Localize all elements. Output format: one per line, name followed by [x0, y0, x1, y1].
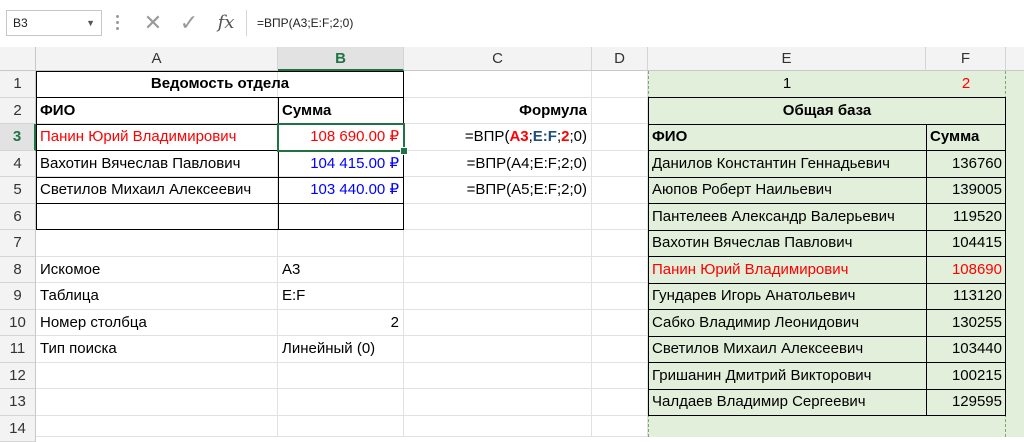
base-sum[interactable]: 113120 [926, 283, 1006, 310]
formula-ref-lookup: A3 [509, 128, 528, 145]
row-header-3[interactable]: 3 [0, 124, 36, 151]
cell-b11[interactable]: Линейный (0) [278, 336, 404, 363]
base-name[interactable]: Светилов Михаил Алексеевич [648, 336, 926, 363]
base-sum[interactable]: 103440 [926, 336, 1006, 363]
base-name[interactable]: Аюпов Роберт Наильевич [648, 177, 926, 204]
chevron-down-icon[interactable]: ▼ [86, 11, 95, 35]
row-header-6[interactable]: 6 [0, 204, 36, 231]
formula-part: =ВПР( [465, 128, 510, 145]
column-header-g[interactable] [1006, 47, 1024, 71]
formula-input[interactable]: =ВПР(A3;E:F;2;0) [246, 10, 1024, 36]
cell-a10[interactable]: Номер столбца [36, 310, 278, 337]
cell-b2[interactable]: Сумма [278, 98, 404, 125]
cell-a4[interactable]: Вахотин Вячеслав Павлович [36, 151, 278, 178]
cell-c4[interactable]: =ВПР(A4;E:F;2;0) [404, 151, 592, 178]
base-name[interactable]: Пантелеев Александр Валерьевич [648, 204, 926, 231]
row-header-2[interactable]: 2 [0, 98, 36, 125]
cell-b3[interactable]: 108 690.00 ₽ [278, 124, 404, 151]
cell-a5[interactable]: Светилов Михаил Алексеевич [36, 177, 278, 204]
enter-check-icon[interactable]: ✓ [176, 10, 202, 36]
cell-e1[interactable]: 1 [648, 71, 926, 98]
row-header-12[interactable]: 12 [0, 363, 36, 390]
spreadsheet-grid: A B C D E F 1 2 3 4 5 6 7 8 9 10 11 12 1… [0, 47, 1024, 437]
formula-bar: B3 ▼ ✕ ✓ fx =ВПР(A3;E:F;2;0) [0, 0, 1024, 48]
cell-b10[interactable]: 2 [278, 310, 404, 337]
formula-part: ;0) [569, 128, 587, 145]
base-sum[interactable]: 139005 [926, 177, 1006, 204]
row-header-14[interactable]: 14 [0, 416, 36, 442]
name-box[interactable]: B3 ▼ [6, 10, 102, 36]
cell-a8[interactable]: Искомое [36, 257, 278, 284]
cell-a9[interactable]: Таблица [36, 283, 278, 310]
row-header-1[interactable]: 1 [0, 71, 36, 98]
base-name[interactable]: Вахотин Вячеслав Павлович [648, 230, 926, 257]
column-header-f[interactable]: F [926, 47, 1006, 71]
base-sum[interactable]: 136760 [926, 151, 1006, 178]
column-header-c[interactable]: C [404, 47, 592, 71]
base-name[interactable]: Данилов Константин Геннадьевич [648, 151, 926, 178]
fill-handle[interactable] [400, 147, 408, 155]
base-sum[interactable]: 104415 [926, 230, 1006, 257]
column-header-a[interactable]: A [36, 47, 278, 71]
column-header-d[interactable]: D [592, 47, 648, 71]
column-header-e[interactable]: E [648, 47, 926, 71]
cell-c2[interactable]: Формула [404, 98, 592, 125]
cell-a11[interactable]: Тип поиска [36, 336, 278, 363]
cell-e3[interactable]: ФИО [648, 124, 926, 151]
cell-f3[interactable]: Сумма [926, 124, 1006, 151]
row-header-13[interactable]: 13 [0, 389, 36, 416]
cell-b5[interactable]: 103 440.00 ₽ [278, 177, 404, 204]
select-all-corner[interactable] [0, 47, 36, 71]
base-sum[interactable]: 100215 [926, 363, 1006, 390]
base-sum[interactable]: 130255 [926, 310, 1006, 337]
cell-a3[interactable]: Панин Юрий Владимирович [36, 124, 278, 151]
cell-b9[interactable]: E:F [278, 283, 404, 310]
cell-e2[interactable]: Общая база [648, 98, 1006, 125]
row-header-4[interactable]: 4 [0, 151, 36, 178]
cell-a1[interactable]: Ведомость отдела [36, 71, 404, 98]
base-name[interactable]: Сабко Владимир Леонидович [648, 310, 926, 337]
row-header-5[interactable]: 5 [0, 177, 36, 204]
base-sum-highlighted[interactable]: 108690 [926, 257, 1006, 284]
row-header-7[interactable]: 7 [0, 230, 36, 257]
column-header-b[interactable]: B [278, 47, 404, 71]
row-header-11[interactable]: 11 [0, 336, 36, 363]
cell-b8[interactable]: A3 [278, 257, 404, 284]
cell-f1[interactable]: 2 [926, 71, 1006, 98]
base-sum[interactable]: 129595 [926, 389, 1006, 416]
name-box-value: B3 [13, 16, 28, 30]
base-name[interactable]: Гундарев Игорь Анатольевич [648, 283, 926, 310]
drag-handle-icon[interactable] [116, 12, 120, 34]
cell-a2[interactable]: ФИО [36, 98, 278, 125]
row-header-8[interactable]: 8 [0, 257, 36, 284]
base-name[interactable]: Чалдаев Владимир Сергеевич [648, 389, 926, 416]
cell-c3[interactable]: =ВПР(A3;E:F;2;0) [404, 124, 592, 151]
insert-function-icon[interactable]: fx [212, 10, 240, 36]
formula-ref-table: E:F [533, 128, 557, 145]
cancel-icon[interactable]: ✕ [140, 10, 166, 36]
cell-b4[interactable]: 104 415.00 ₽ [278, 151, 404, 178]
base-name[interactable]: Гришанин Дмитрий Викторович [648, 363, 926, 390]
row-header-10[interactable]: 10 [0, 310, 36, 337]
row-header-9[interactable]: 9 [0, 283, 36, 310]
cell-c5[interactable]: =ВПР(A5;E:F;2;0) [404, 177, 592, 204]
base-name-highlighted[interactable]: Панин Юрий Владимирович [648, 257, 926, 284]
base-sum[interactable]: 119520 [926, 204, 1006, 231]
